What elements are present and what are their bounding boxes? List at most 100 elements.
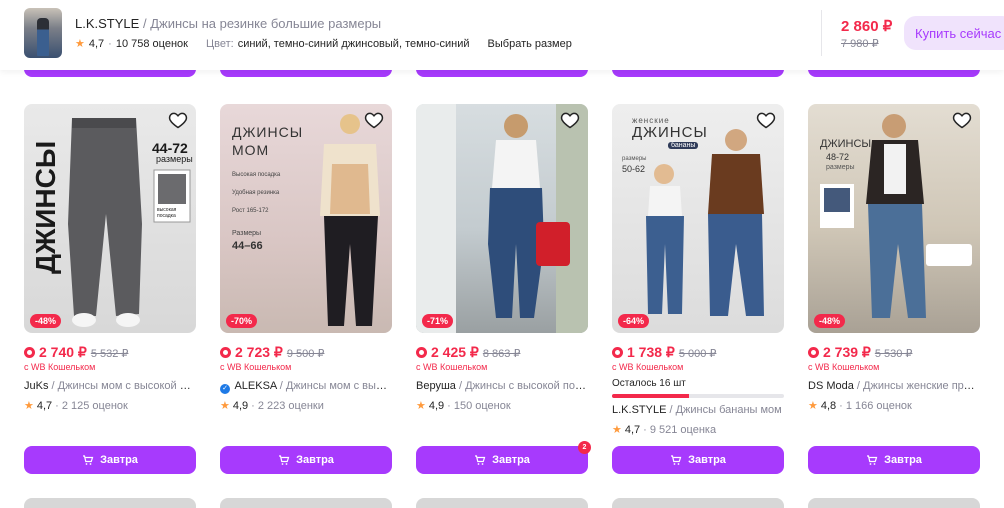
photo-caption: ДЖИНСЫ [30,140,61,274]
add-to-cart-button[interactable]: Завтра [220,446,392,474]
discount-badge: -48% [30,314,62,328]
product-rating: 4,7 [88,37,105,50]
product-title[interactable]: Веруша / Джинсы с высокой посадкой [416,380,588,392]
product-title[interactable]: L.K.STYLE / Джинсы на резинке большие ра… [75,16,381,31]
photo-caption: Размеры [232,230,262,237]
product-photo[interactable]: ДЖИНСЫ 48-72 размеры -48% [808,104,980,333]
photo-caption: 48-72 [826,152,850,162]
cart-icon [867,455,878,465]
star-icon: ★ [75,38,85,50]
heart-icon[interactable] [756,110,776,130]
add-to-cart-button[interactable]: Завтра [24,446,196,474]
add-to-cart-button[interactable]: Завтра 2 [416,441,591,474]
wallet-note: с WB Кошельком [220,362,292,372]
wallet-icon [808,347,819,358]
product-photo[interactable]: женские ДЖИНСЫ бананы размеры 50-62 -64% [612,104,784,333]
cart-icon [279,455,290,465]
product-name: / Джинсы женские прямые [856,380,980,392]
product-title[interactable]: DS Moda / Джинсы женские прямые [808,380,980,392]
old-price: 5 530 ₽ [874,348,913,360]
photo-caption: размеры [156,154,193,164]
photo-caption: бананы [668,142,699,149]
verified-icon: ✓ [220,384,230,394]
rating-dot: · [839,399,843,412]
discount-badge: -71% [422,314,454,328]
rating-row: ★ 4,8 · 1 166 оценок [808,399,912,413]
cart-icon [83,455,94,465]
next-row-photo[interactable] [416,498,588,508]
product-card[interactable]: -71% 2 425 ₽ 8 863 ₽ с WB Кошельком Веру… [416,104,591,476]
product-reviews[interactable]: 10 758 оценок [116,38,188,50]
old-price: 5 000 ₽ [678,348,717,360]
wallet-icon [612,347,623,358]
heart-icon[interactable] [952,110,972,130]
next-row-photo[interactable] [808,498,980,508]
delivery-label: Завтра [492,454,530,466]
star-icon: ★ [612,424,622,436]
photo-caption: Высокая посадка [232,172,281,178]
brand: ALEKSA [234,380,277,392]
heart-icon[interactable] [560,110,580,130]
header-price: 2 860 ₽ [841,18,893,35]
photo-caption: 50-62 [622,164,646,174]
product-brand[interactable]: L.K.STYLE [75,16,139,31]
rating: 4,7 [36,399,53,412]
heart-icon[interactable] [364,110,384,130]
next-row-photo[interactable] [220,498,392,508]
stock-left: Осталось 16 шт [612,378,686,389]
wallet-icon [24,347,35,358]
product-photo[interactable]: ДЖИНСЫ МОМ Высокая посадка Удобная резин… [220,104,392,333]
color-label: Цвет: [205,37,234,50]
rating-dot: · [643,423,647,436]
add-to-cart-button[interactable]: Завтра [612,446,784,474]
rating-row: ★ 4,9 · 150 оценок [416,399,511,413]
wallet-icon [416,347,427,358]
product-card[interactable]: ДЖИНСЫ 44-72 размеры высокая посадка -48… [24,104,196,476]
brand: Веруша [416,380,456,392]
product-photo[interactable]: ДЖИНСЫ 44-72 размеры высокая посадка -48… [24,104,196,333]
price: 2 739 ₽ [823,344,871,360]
next-row-photo[interactable] [24,498,196,508]
brand: L.K.STYLE [612,404,667,416]
meta-dot: · [108,37,112,50]
product-photo[interactable]: -71% [416,104,588,333]
rating-dot: · [55,399,59,412]
buy-now-button[interactable]: Купить сейчас [904,16,1004,50]
product-card[interactable]: женские ДЖИНСЫ бананы размеры 50-62 -64%… [612,104,784,476]
product-card[interactable]: ДЖИНСЫ МОМ Высокая посадка Удобная резин… [220,104,392,476]
product-title[interactable]: L.K.STYLE / Джинсы бананы мом [612,404,784,416]
reviews-count: 1 166 оценок [845,399,912,412]
delivery-label: Завтра [884,454,922,466]
price-row: 1 738 ₽ 5 000 ₽ [612,344,716,361]
star-icon: ★ [220,400,230,412]
price: 2 723 ₽ [235,344,283,360]
select-size-link[interactable]: Выбрать размер [488,38,572,50]
product-thumbnail[interactable] [24,8,62,58]
discount-badge: -70% [226,314,258,328]
star-icon: ★ [416,400,426,412]
star-icon: ★ [808,400,818,412]
add-to-cart-button[interactable]: Завтра [808,446,980,474]
cart-icon [475,455,486,465]
wallet-note: с WB Кошельком [24,362,96,372]
delivery-label: Завтра [688,454,726,466]
product-card[interactable]: ДЖИНСЫ 48-72 размеры -48% 2 739 ₽ 5 530 … [808,104,980,476]
heart-icon[interactable] [168,110,188,130]
discount-badge: -48% [814,314,846,328]
star-icon: ★ [24,400,34,412]
photo-caption: Удобная резинка [232,190,280,196]
product-meta: ★ 4,7 · 10 758 оценок Цвет: синий, темно… [75,37,572,51]
photo-caption: Рост 165-172 [232,208,269,214]
delivery-label: Завтра [296,454,334,466]
product-title[interactable]: JuKs / Джинсы мом с высокой посадкой [24,380,196,392]
reviews-count: 2 125 оценок [61,399,128,412]
product-name: / Джинсы бананы мом [669,404,782,416]
price: 1 738 ₽ [627,344,675,360]
old-price: 5 532 ₽ [90,348,129,360]
product-name: / Джинсы мом с высокой посадкой [279,380,392,392]
price-row: 2 723 ₽ 9 500 ₽ [220,344,324,361]
product-title[interactable]: ✓ ALEKSA / Джинсы мом с высокой посадкой [220,380,392,394]
photo-caption: ДЖИНСЫ [232,124,304,140]
next-row-photo[interactable] [612,498,784,508]
price: 2 425 ₽ [431,344,479,360]
